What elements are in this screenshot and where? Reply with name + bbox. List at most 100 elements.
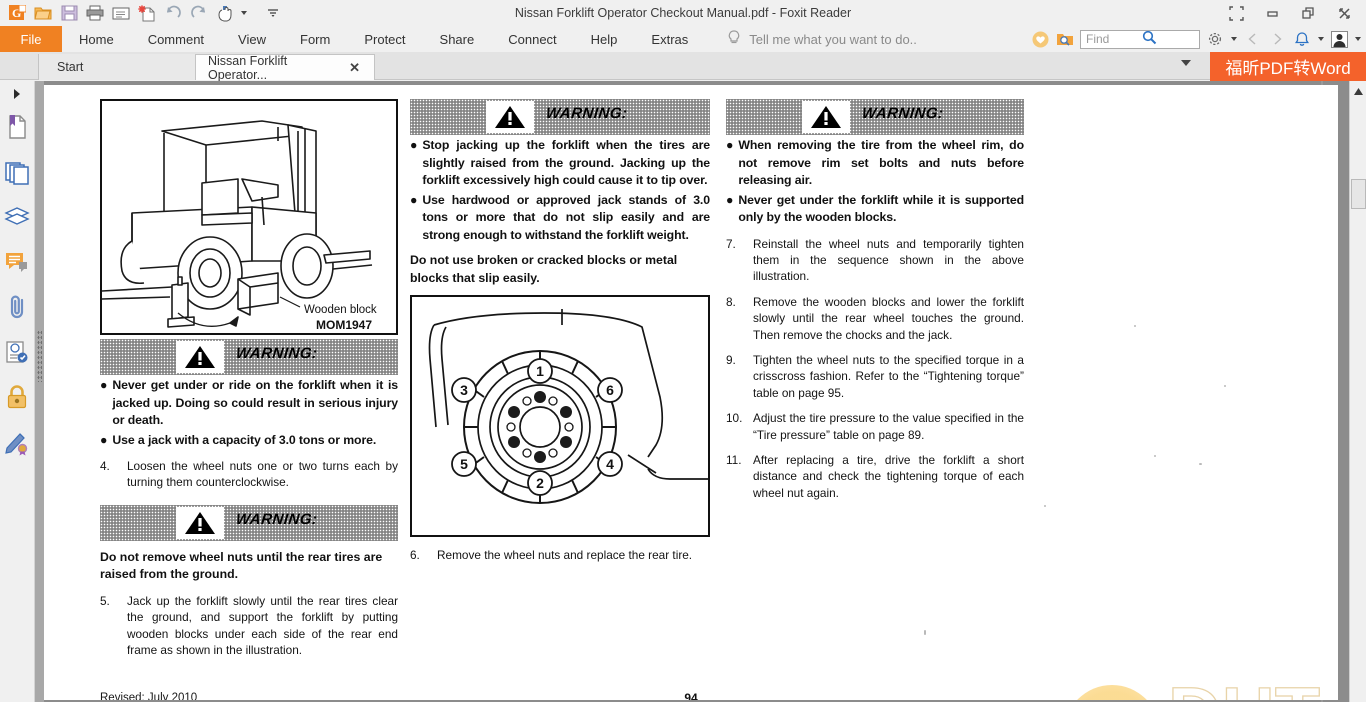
- gear-dropdown-caret[interactable]: [1231, 37, 1237, 41]
- gear-icon[interactable]: [1205, 29, 1225, 49]
- warning-label-2: WARNING:: [235, 510, 319, 528]
- document-view: Wooden block MOM1947 WARNING: ● Never ge…: [44, 81, 1366, 702]
- page-column-2: WARNING: ● Stop jacking up the forklift w…: [410, 99, 710, 563]
- bell-dropdown-caret[interactable]: [1318, 37, 1324, 41]
- step-number: 5.: [100, 593, 110, 608]
- warning-bullet: Never get under the forklift while it is…: [738, 192, 1024, 225]
- step-text: Jack up the forklift slowly until the re…: [127, 593, 398, 658]
- warning-banner-3: WARNING:: [410, 99, 710, 135]
- nut-callout-4: 4: [606, 456, 614, 472]
- warning-body-1: ● Never get under or ride on the forklift…: [100, 377, 398, 449]
- panel-splitter-grip[interactable]: [37, 330, 42, 382]
- chevron-right-icon[interactable]: [1267, 29, 1287, 49]
- comments-panel-icon: [5, 251, 30, 279]
- sidebar-item-attachments[interactable]: [0, 287, 35, 332]
- warning-body-4: ● When removing the tire from the wheel r…: [726, 137, 1024, 227]
- sidebar-item-digital-signatures[interactable]: [0, 422, 35, 467]
- instruction-step-9: 9. Tighten the wheel nuts to the specifi…: [726, 352, 1024, 401]
- close-icon[interactable]: [1326, 1, 1362, 25]
- nut-callout-2: 2: [536, 475, 544, 491]
- sidebar-item-stamps[interactable]: [0, 332, 35, 377]
- warning-triangle-icon: [486, 101, 534, 133]
- folder-search-icon[interactable]: [1055, 29, 1075, 49]
- title-bar: G Nissan Forklift Operator Checkout Manu…: [0, 0, 1366, 26]
- layers-panel-icon: [4, 206, 30, 233]
- tab-document-label: Nissan Forklift Operator...: [208, 53, 288, 82]
- warning-banner-2: WARNING:: [100, 504, 398, 541]
- instruction-step-4: 4. Loosen the wheel nuts one or two turn…: [100, 458, 398, 491]
- stamps-panel-icon: [5, 340, 30, 370]
- nut-callout-3: 3: [460, 382, 468, 398]
- menu-item-extras[interactable]: Extras: [634, 26, 705, 52]
- tab-overflow-chevron-down-icon[interactable]: [1181, 60, 1191, 66]
- magnifier-icon[interactable]: [1142, 30, 1198, 48]
- warning-body-2: Do not remove wheel nuts until the rear …: [100, 549, 383, 582]
- vertical-scrollbar[interactable]: [1349, 81, 1366, 702]
- warning-bullet: Never get under or ride on the forklift …: [112, 378, 398, 427]
- step-text: After replacing a tire, drive the forkli…: [753, 452, 1024, 500]
- step-number: 7.: [726, 236, 736, 251]
- restore-icon[interactable]: [1290, 1, 1326, 25]
- warning-body-3: ● Stop jacking up the forklift when the t…: [410, 137, 710, 244]
- page-column-1: Wooden block MOM1947 WARNING: ● Never ge…: [100, 99, 398, 658]
- bell-icon[interactable]: [1292, 29, 1312, 49]
- menu-bar: File Home Comment View Form Protect Shar…: [0, 26, 1366, 52]
- minimize-icon[interactable]: [1254, 1, 1290, 25]
- signature-panel-icon: [4, 429, 30, 461]
- sidebar-item-comments[interactable]: [0, 242, 35, 287]
- menu-item-view[interactable]: View: [221, 26, 283, 52]
- step-number: 8.: [726, 294, 736, 309]
- document-tab-strip: Start Nissan Forklift Operator... ✕: [0, 52, 1366, 82]
- menu-bar-right-tools: Find: [1030, 26, 1366, 52]
- sidebar-item-bookmarks[interactable]: [0, 107, 35, 152]
- menu-item-home[interactable]: Home: [62, 26, 131, 52]
- step-text: Tighten the wheel nuts to the specified …: [753, 352, 1024, 400]
- menu-item-comment[interactable]: Comment: [131, 26, 221, 52]
- menu-item-form[interactable]: Form: [283, 26, 347, 52]
- menu-item-help[interactable]: Help: [574, 26, 635, 52]
- find-placeholder: Find: [1086, 32, 1110, 46]
- sidebar-item-layers[interactable]: [0, 197, 35, 242]
- panel-splitter[interactable]: [35, 81, 44, 702]
- menu-item-file[interactable]: File: [0, 26, 62, 52]
- vertical-scrollbar-thumb[interactable]: [1351, 179, 1366, 209]
- menu-item-protect[interactable]: Protect: [347, 26, 422, 52]
- warning-bullet: Use hardwood or approved jack stands of …: [422, 192, 710, 242]
- sidebar-item-security[interactable]: [0, 377, 35, 422]
- tab-start[interactable]: Start: [38, 54, 198, 80]
- expand-panel-arrow-icon[interactable]: [0, 81, 35, 107]
- instruction-step-8: 8. Remove the wooden blocks and lower th…: [726, 294, 1024, 343]
- sidebar-item-page-thumbnails[interactable]: [0, 152, 35, 197]
- close-tab-icon[interactable]: ✕: [349, 60, 360, 76]
- step-number: 4.: [100, 459, 110, 473]
- scan-artifact: [1154, 455, 1156, 457]
- tell-me-search[interactable]: Tell me what you want to do..: [705, 26, 917, 52]
- tab-nissan-forklift-document[interactable]: Nissan Forklift Operator... ✕: [195, 53, 375, 82]
- instruction-step-10: 10. Adjust the tire pressure to the valu…: [726, 410, 1024, 443]
- watermark-arrow-icon: [1064, 685, 1160, 700]
- tell-me-placeholder: Tell me what you want to do..: [749, 31, 917, 47]
- instruction-step-6: 6. Remove the wheel nuts and replace the…: [410, 547, 710, 563]
- scroll-up-arrow-icon[interactable]: [1350, 83, 1366, 99]
- pdf-to-word-banner[interactable]: 福昕PDF转Word: [1210, 52, 1366, 81]
- pages-panel-icon: [4, 160, 30, 190]
- window-title: Nissan Forklift Operator Checkout Manual…: [514, 6, 852, 20]
- menu-item-share[interactable]: Share: [423, 26, 492, 52]
- chevron-left-icon[interactable]: [1242, 29, 1262, 49]
- avatar-dropdown-caret[interactable]: [1355, 37, 1361, 41]
- find-input[interactable]: Find: [1080, 29, 1200, 49]
- pdf-page-94: Wooden block MOM1947 WARNING: ● Never ge…: [44, 85, 1338, 700]
- step-number: 9.: [726, 352, 736, 367]
- figure-code-mom1947: MOM1947: [316, 318, 372, 332]
- watermark-outline-text: DHT: [1168, 681, 1320, 700]
- warning-bullet: Use a jack with a capacity of 3.0 tons o…: [112, 432, 377, 447]
- figure-caption-wooden-block: Wooden block: [304, 304, 377, 316]
- step-text: Loosen the wheel nuts one or two turns e…: [127, 459, 398, 490]
- warning-triangle-icon: [176, 506, 224, 539]
- heart-icon[interactable]: [1030, 29, 1050, 49]
- nut-callout-5: 5: [460, 456, 468, 472]
- user-avatar-icon[interactable]: [1329, 29, 1349, 49]
- fullscreen-icon[interactable]: [1218, 1, 1254, 25]
- instruction-step-7: 7. Reinstall the wheel nuts and temporar…: [726, 236, 1024, 285]
- menu-item-connect[interactable]: Connect: [491, 26, 573, 52]
